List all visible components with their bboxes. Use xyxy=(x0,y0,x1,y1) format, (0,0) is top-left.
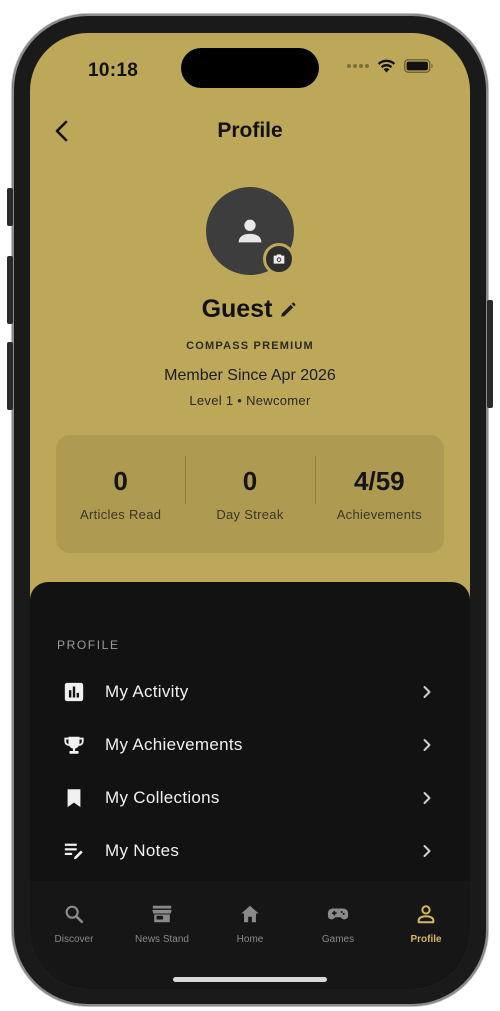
side-button-volume-down xyxy=(7,342,13,410)
cellular-signal-icon xyxy=(347,64,369,68)
menu-item-my-achievements[interactable]: My Achievements xyxy=(30,719,470,771)
stat-label: Day Streak xyxy=(216,507,284,522)
menu-label: My Activity xyxy=(105,682,189,701)
stats-card: 0 Articles Read 0 Day Streak 4/59 Achiev… xyxy=(56,435,444,553)
side-button-volume-up xyxy=(7,256,13,324)
battery-icon xyxy=(404,59,433,73)
tab-label: Profile xyxy=(410,934,442,945)
tab-label: Discover xyxy=(54,934,94,945)
chevron-right-icon xyxy=(420,738,434,752)
stat-achievements[interactable]: 4/59 Achievements xyxy=(314,456,444,522)
section-label: PROFILE xyxy=(57,638,120,652)
menu-label: My Achievements xyxy=(105,735,243,754)
stat-value: 4/59 xyxy=(354,466,405,496)
notes-edit-icon xyxy=(62,839,86,863)
tab-label: Games xyxy=(321,934,355,945)
change-photo-button[interactable] xyxy=(263,243,295,275)
stat-label: Achievements xyxy=(336,507,422,522)
tab-games[interactable]: Games xyxy=(294,881,382,989)
side-button-power xyxy=(487,300,493,408)
storefront-icon xyxy=(149,901,175,927)
menu-item-my-notes[interactable]: My Notes xyxy=(30,825,470,877)
status-time: 10:18 xyxy=(88,60,139,81)
tab-label: News Stand xyxy=(135,934,189,945)
side-button-silent xyxy=(7,188,13,226)
membership-tier: COMPASS PREMIUM xyxy=(186,340,314,352)
menu-item-my-activity[interactable]: My Activity xyxy=(30,666,470,718)
home-indicator xyxy=(173,977,327,982)
chevron-right-icon xyxy=(420,844,434,858)
person-placeholder-icon xyxy=(238,219,262,243)
screen: 10:18 Profile Guest COMPASS PREMIUM Memb… xyxy=(30,33,470,989)
trophy-icon xyxy=(62,733,86,757)
tab-label: Home xyxy=(236,934,264,945)
menu-label: My Notes xyxy=(105,841,180,860)
member-since: Member Since Apr 2026 xyxy=(164,367,336,384)
profile-name: Guest xyxy=(201,295,273,323)
chevron-right-icon xyxy=(420,685,434,699)
edit-name-button[interactable] xyxy=(278,300,298,320)
tab-home[interactable]: Home xyxy=(206,881,294,989)
bar-chart-icon xyxy=(62,680,86,704)
stat-value: 0 xyxy=(113,466,128,496)
person-icon xyxy=(413,901,439,927)
camera-icon xyxy=(273,254,285,264)
tab-discover[interactable]: Discover xyxy=(30,881,118,989)
name-row: Guest xyxy=(30,295,470,324)
tab-bar: Discover News Stand Home Games Profile xyxy=(30,881,470,989)
tab-news-stand[interactable]: News Stand xyxy=(118,881,206,989)
stat-label: Articles Read xyxy=(80,507,162,522)
dynamic-island xyxy=(181,48,319,88)
search-icon xyxy=(61,901,87,927)
wifi-icon xyxy=(377,59,396,73)
stat-value: 0 xyxy=(242,466,258,496)
tab-profile[interactable]: Profile xyxy=(382,881,470,989)
chevron-right-icon xyxy=(420,791,434,805)
home-icon xyxy=(237,901,263,927)
page-title: Profile xyxy=(217,119,283,142)
pencil-icon xyxy=(281,302,296,317)
menu-label: My Collections xyxy=(105,788,220,807)
status-icons xyxy=(347,59,434,73)
menu-item-my-collections[interactable]: My Collections xyxy=(30,772,470,824)
gamepad-icon xyxy=(325,901,351,927)
stat-articles-read: 0 Articles Read xyxy=(56,466,185,522)
stat-day-streak: 0 Day Streak xyxy=(185,456,314,522)
bookmark-icon xyxy=(62,786,86,810)
user-level: Level 1 • Newcomer xyxy=(189,393,311,408)
